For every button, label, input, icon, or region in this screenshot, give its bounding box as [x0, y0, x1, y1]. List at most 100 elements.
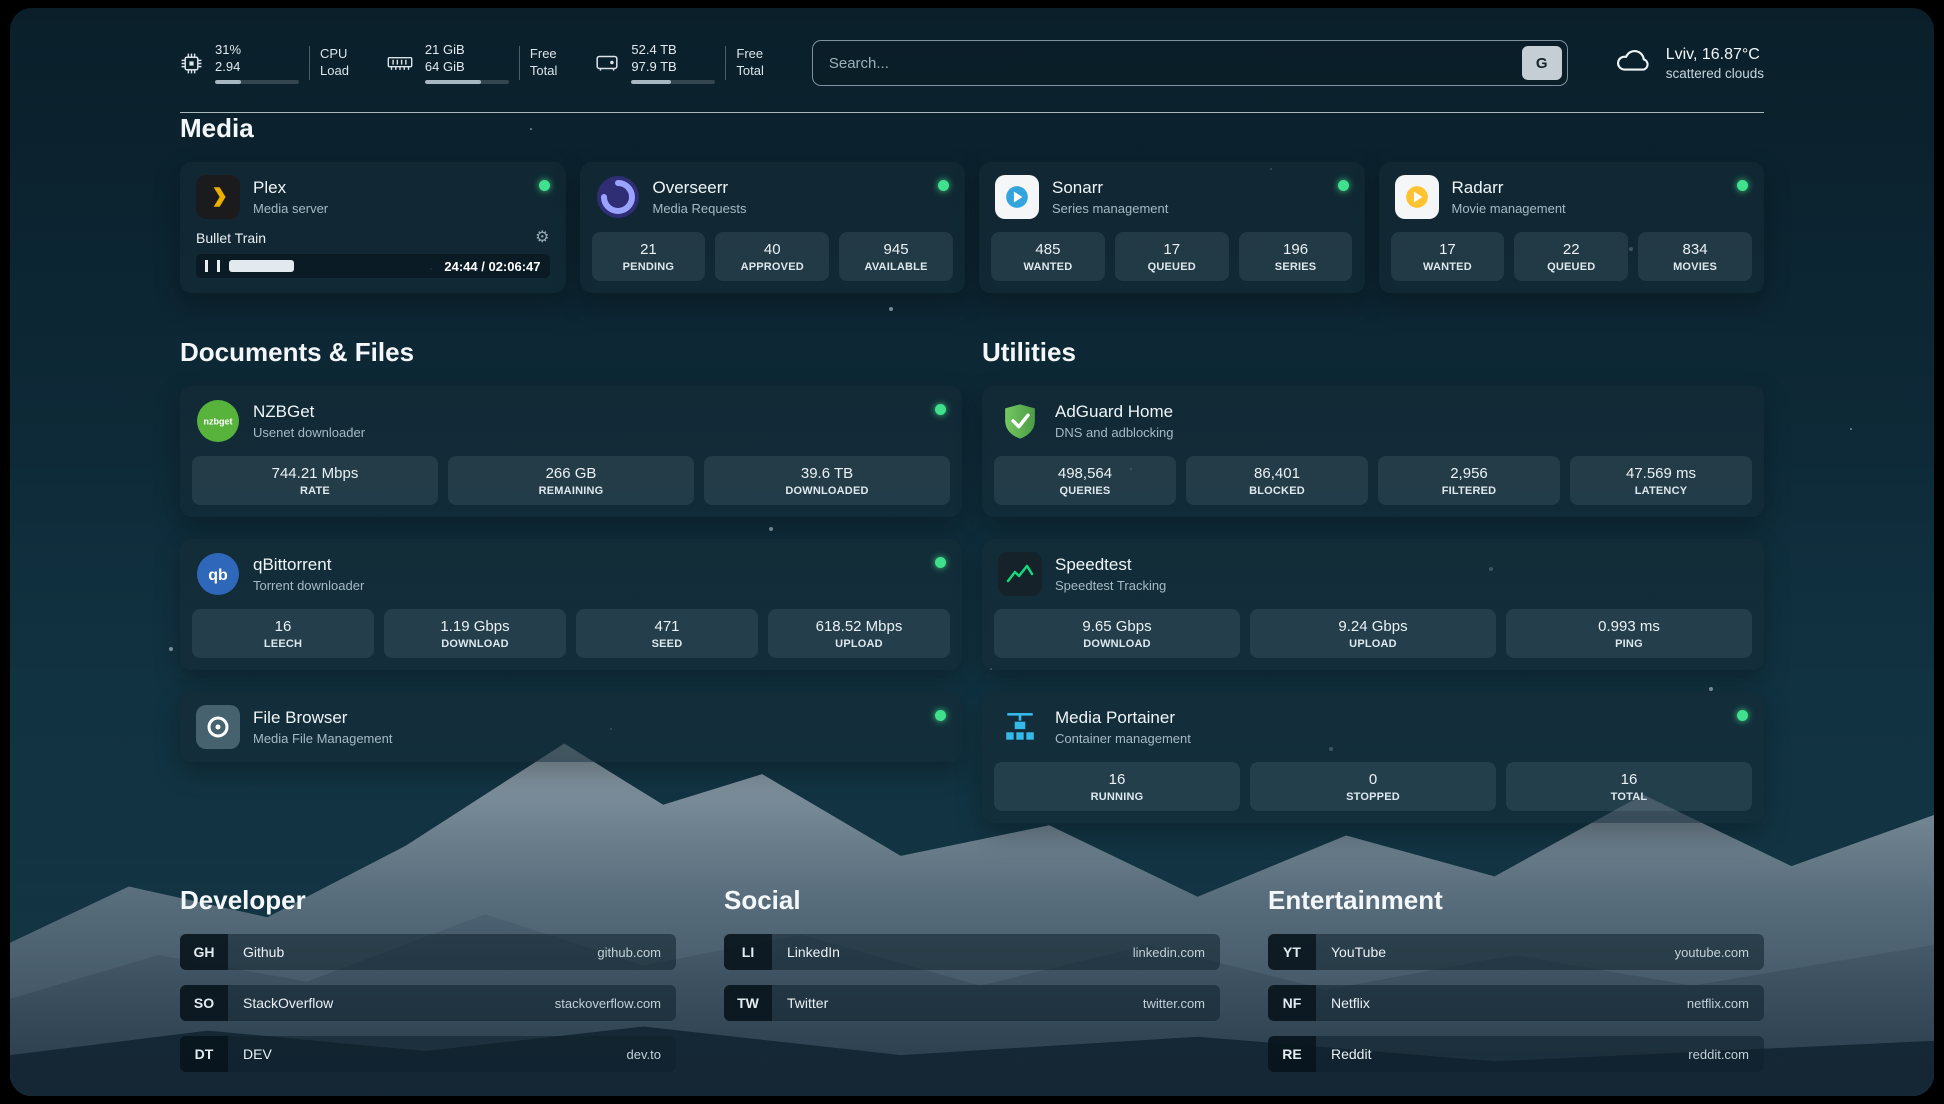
status-dot [1338, 180, 1349, 191]
memory-progress-bar [425, 80, 509, 84]
app-name: AdGuard Home [1055, 402, 1174, 422]
bookmark-url: dev.to [627, 1047, 661, 1062]
cpu-labels: CPU Load [309, 46, 349, 80]
app-card-nzbget[interactable]: nzbget NZBGet Usenet downloader 74 [180, 386, 962, 517]
documents-column: Documents & Files nzbget [180, 337, 962, 762]
disk-free-value: 52.4 TB [631, 42, 715, 59]
bookmark-netflix[interactable]: NF Netflix netflix.com [1268, 985, 1764, 1021]
cpu-label-1: CPU [320, 46, 349, 63]
stat-pending: 21 PENDING [592, 232, 706, 281]
app-name: Plex [253, 178, 328, 198]
bookmark-reddit[interactable]: RE Reddit reddit.com [1268, 1036, 1764, 1072]
stat-rate: 744.21 Mbps RATE [192, 456, 438, 505]
bookmark-dev[interactable]: DT DEV dev.to [180, 1036, 676, 1072]
weather-condition: scattered clouds [1666, 66, 1764, 81]
bookmark-abbr: GH [180, 934, 228, 970]
status-dot [1737, 180, 1748, 191]
app-name: Speedtest [1055, 555, 1166, 575]
app-card-sonarr[interactable]: Sonarr Series management 485 WANTED 17 Q… [979, 162, 1365, 293]
playback-time: 24:44 / 02:06:47 [444, 259, 540, 274]
app-name: Sonarr [1052, 178, 1168, 198]
bookmarks-row: Developer GH Github github.com SO StackO… [180, 885, 1764, 1096]
stat-stopped: 0 STOPPED [1250, 762, 1496, 811]
playback-progress-bar[interactable]: 24:44 / 02:06:47 [196, 254, 550, 278]
app-subtitle: Series management [1052, 201, 1168, 216]
bookmark-abbr: TW [724, 985, 772, 1021]
bookmark-abbr: NF [1268, 985, 1316, 1021]
nzbget-icon: nzbget [196, 399, 240, 443]
radarr-icon [1395, 175, 1439, 219]
app-subtitle: DNS and adblocking [1055, 425, 1174, 440]
bookmark-name: YouTube [1331, 944, 1386, 960]
app-card-filebrowser[interactable]: File Browser Media File Management [180, 692, 962, 762]
app-name: NZBGet [253, 402, 365, 422]
bookmark-url: twitter.com [1143, 996, 1205, 1011]
memory-values: 21 GiB 64 GiB [425, 42, 509, 84]
viewport: 31% 2.94 CPU Load [0, 0, 1944, 1104]
cpu-icon [180, 52, 203, 75]
stat-ping: 0.993 ms PING [1506, 609, 1752, 658]
section-title-utilities: Utilities [982, 337, 1764, 368]
overseerr-icon [596, 175, 640, 219]
bookmark-abbr: SO [180, 985, 228, 1021]
bookmark-name: Netflix [1331, 995, 1370, 1011]
pause-icon[interactable] [205, 260, 220, 272]
status-dot [1737, 710, 1748, 721]
stat-queued: 17 QUEUED [1115, 232, 1229, 281]
stat-remaining: 266 GB REMAINING [448, 456, 694, 505]
stat-available: 945 AVAILABLE [839, 232, 953, 281]
bookmark-abbr: RE [1268, 1036, 1316, 1072]
adguard-icon [998, 399, 1042, 443]
gear-icon[interactable]: ⚙ [535, 230, 549, 246]
section-title-social: Social [724, 885, 1220, 916]
stat-queries: 498,564 QUERIES [994, 456, 1176, 505]
app-card-speedtest[interactable]: Speedtest Speedtest Tracking 9.65 Gbps D… [982, 539, 1764, 670]
bookmark-url: reddit.com [1688, 1047, 1749, 1062]
qbittorrent-icon: qb [196, 552, 240, 596]
app-card-adguard[interactable]: AdGuard Home DNS and adblocking 498,564 … [982, 386, 1764, 517]
bookmark-twitter[interactable]: TW Twitter twitter.com [724, 985, 1220, 1021]
app-subtitle: Media Requests [653, 201, 747, 216]
memory-label-1: Free [530, 46, 557, 63]
cpu-progress-bar [215, 80, 299, 84]
svg-text:nzbget: nzbget [204, 417, 233, 427]
app-card-plex[interactable]: Plex Media server Bullet Train ⚙ 24:44 /… [180, 162, 566, 293]
disk-widget: 52.4 TB 97.9 TB Free Total [595, 42, 763, 84]
dashboard-screen: 31% 2.94 CPU Load [10, 8, 1934, 1096]
app-card-portainer[interactable]: Media Portainer Container management 16 … [982, 692, 1764, 823]
bookmark-group-developer: Developer GH Github github.com SO StackO… [180, 885, 676, 1072]
weather-widget: Lviv, 16.87°C scattered clouds [1612, 46, 1764, 81]
section-title-developer: Developer [180, 885, 676, 916]
section-title-documents: Documents & Files [180, 337, 962, 368]
bookmark-abbr: DT [180, 1036, 228, 1072]
search-input[interactable] [813, 55, 1522, 72]
stat-wanted: 485 WANTED [991, 232, 1105, 281]
search-engine-button[interactable]: G [1522, 46, 1562, 80]
disk-labels: Free Total [725, 46, 763, 80]
app-card-overseerr[interactable]: Overseerr Media Requests 21 PENDING 40 A… [580, 162, 966, 293]
plex-now-playing: Bullet Train ⚙ 24:44 / 02:06:47 [180, 230, 566, 292]
stat-download: 9.65 Gbps DOWNLOAD [994, 609, 1240, 658]
memory-icon [387, 55, 413, 72]
cpu-load-value: 2.94 [215, 59, 299, 76]
bookmark-github[interactable]: GH Github github.com [180, 934, 676, 970]
stat-upload: 9.24 Gbps UPLOAD [1250, 609, 1496, 658]
stat-download: 1.19 Gbps DOWNLOAD [384, 609, 566, 658]
bookmark-name: LinkedIn [787, 944, 840, 960]
section-title-entertainment: Entertainment [1268, 885, 1764, 916]
bookmark-linkedin[interactable]: LI LinkedIn linkedin.com [724, 934, 1220, 970]
disk-total-value: 97.9 TB [631, 59, 715, 76]
memory-total-value: 64 GiB [425, 59, 509, 76]
stat-leech: 16 LEECH [192, 609, 374, 658]
app-card-radarr[interactable]: Radarr Movie management 17 WANTED 22 QUE… [1379, 162, 1765, 293]
stat-filtered: 2,956 FILTERED [1378, 456, 1560, 505]
bookmark-youtube[interactable]: YT YouTube youtube.com [1268, 934, 1764, 970]
disk-label-1: Free [736, 46, 763, 63]
bookmark-stackoverflow[interactable]: SO StackOverflow stackoverflow.com [180, 985, 676, 1021]
app-card-qbittorrent[interactable]: qb qBittorrent Torrent downloader [180, 539, 962, 670]
stat-blocked: 86,401 BLOCKED [1186, 456, 1368, 505]
bookmark-abbr: YT [1268, 934, 1316, 970]
search-bar[interactable]: G [812, 40, 1568, 86]
sonarr-icon [995, 175, 1039, 219]
bookmark-name: Twitter [787, 995, 828, 1011]
